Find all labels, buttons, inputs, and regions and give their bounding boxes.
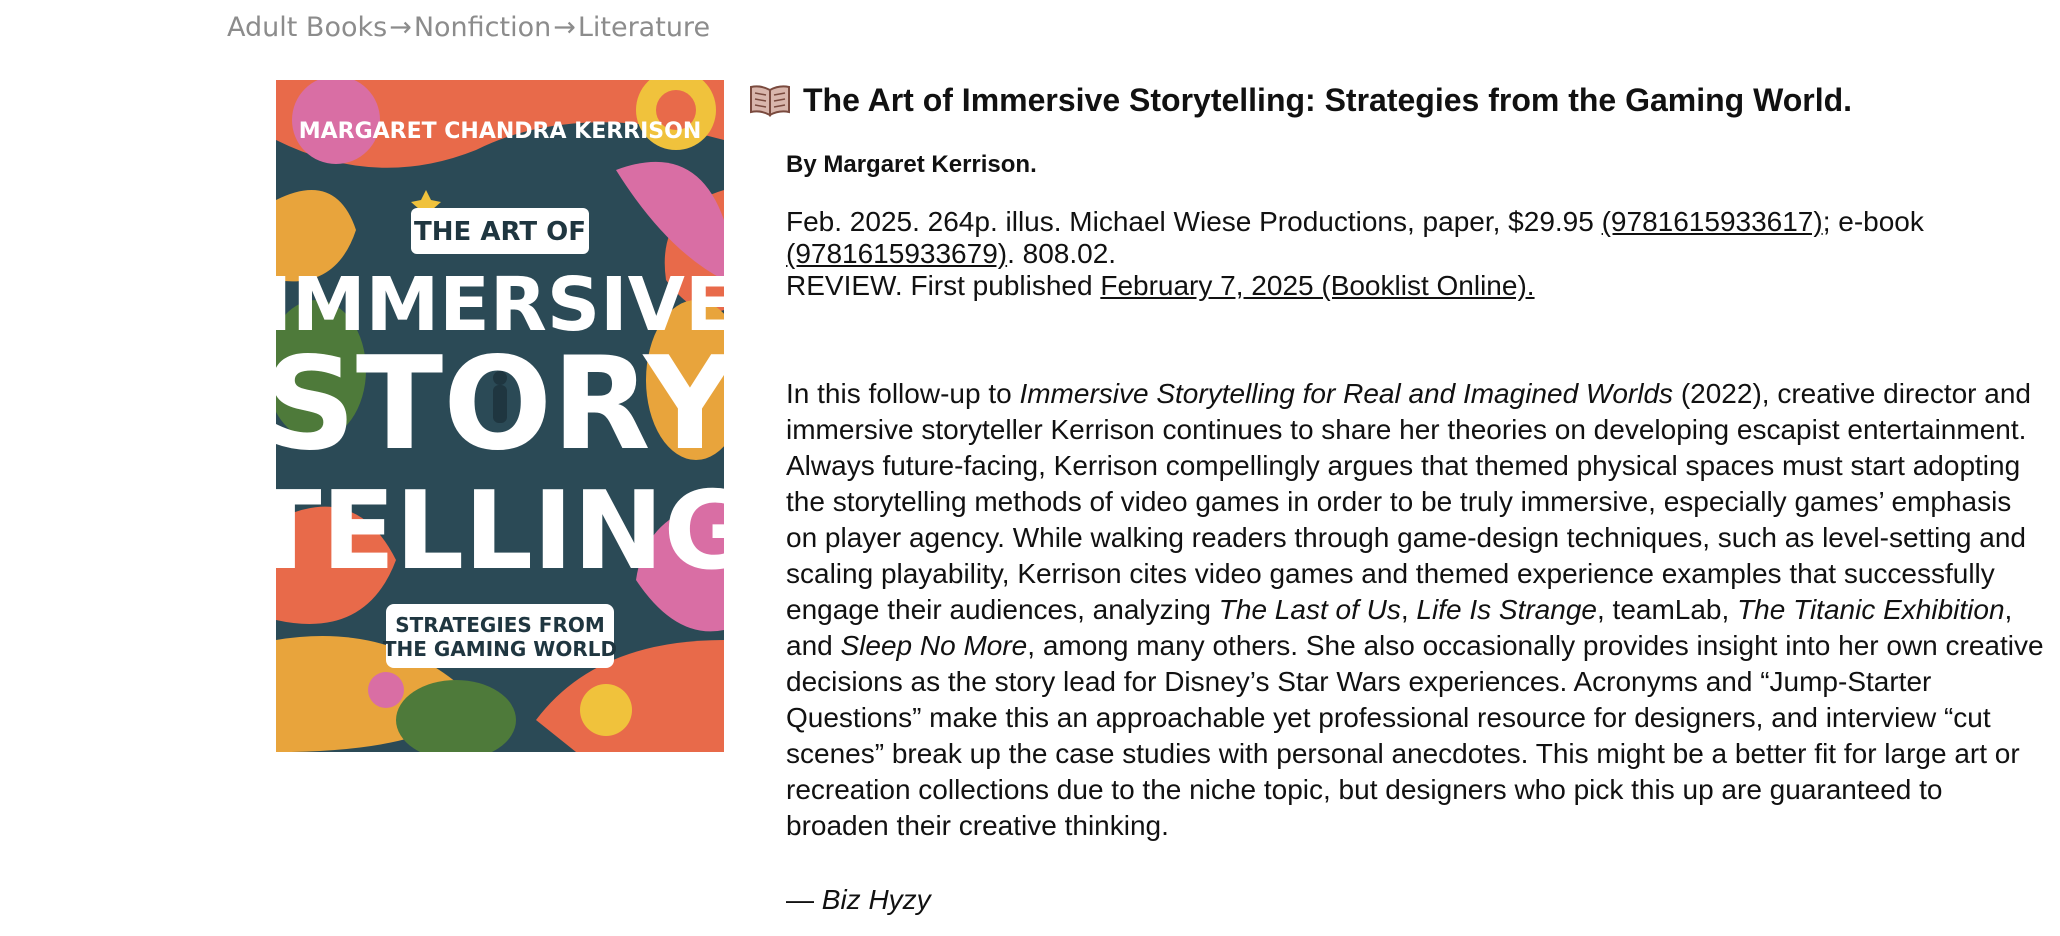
review-text: , <box>1400 594 1417 625</box>
pub-suffix: . 808.02. <box>1007 238 1117 269</box>
publication-info: Feb. 2025. 264p. illus. Michael Wiese Pr… <box>786 206 2049 270</box>
book-cover-image: MARGARET CHANDRA KERRISON THE ART OF IMM… <box>276 80 724 752</box>
breadcrumb-literature[interactable]: Literature <box>578 12 710 43</box>
breadcrumb: Adult Books→Nonfiction→Literature <box>227 12 710 43</box>
review-text: , teamLab, <box>1596 594 1738 625</box>
signature-dash: — <box>786 884 822 915</box>
review-title-ref: Life Is Strange <box>1416 594 1597 625</box>
cover-subtitle-line1: STRATEGIES FROM <box>395 613 605 637</box>
ebook-label: ; e-book <box>1822 206 1924 237</box>
review-source: REVIEW. First published February 7, 2025… <box>786 270 2049 302</box>
review-text: (2022), creative director and immersive … <box>786 378 2032 625</box>
review-date-link[interactable]: February 7, 2025 (Booklist Online). <box>1100 270 1534 301</box>
review-content: By Margaret Kerrison. Feb. 2025. 264p. i… <box>786 150 2049 918</box>
review-text: In this follow-up to <box>786 378 1020 409</box>
cover-title-line4: TELLING <box>276 469 724 594</box>
reviewer-signature: — Biz Hyzy <box>786 882 2049 918</box>
review-body: In this follow-up to Immersive Storytell… <box>786 376 2049 844</box>
byline: By Margaret Kerrison. <box>786 151 1037 178</box>
title-row: The Art of Immersive Storytelling: Strat… <box>749 80 2049 120</box>
review-title-ref: Sleep No More <box>840 630 1028 661</box>
pub-prefix: Feb. 2025. 264p. illus. Michael Wiese Pr… <box>786 206 1602 237</box>
isbn-paper-link[interactable]: (9781615933617) <box>1602 206 1823 237</box>
book-title: The Art of Immersive Storytelling: Strat… <box>803 82 1853 118</box>
review-main: The Art of Immersive Storytelling: Strat… <box>749 80 2049 918</box>
breadcrumb-nonfiction[interactable]: Nonfiction <box>414 12 551 43</box>
cover-subtitle-line2: THE GAMING WORLD <box>383 637 617 661</box>
isbn-ebook-link[interactable]: (9781615933679) <box>786 238 1007 269</box>
review-prefix: REVIEW. First published <box>786 270 1101 301</box>
breadcrumb-adult-books[interactable]: Adult Books <box>227 12 387 43</box>
review-title-ref: Immersive Storytelling for Real and Imag… <box>1019 378 1674 409</box>
breadcrumb-separator: → <box>389 12 412 43</box>
reviewer-name: Biz Hyzy <box>821 884 931 915</box>
cover-title-line1: THE ART OF <box>414 217 586 247</box>
review-title-ref: The Titanic Exhibition <box>1737 594 2005 625</box>
review-title-ref: The Last of Us <box>1218 594 1401 625</box>
review-text: , among many others. She also occasional… <box>786 630 2044 841</box>
cover-author: MARGARET CHANDRA KERRISON <box>299 119 702 144</box>
open-book-icon <box>749 83 791 117</box>
breadcrumb-separator: → <box>553 12 576 43</box>
